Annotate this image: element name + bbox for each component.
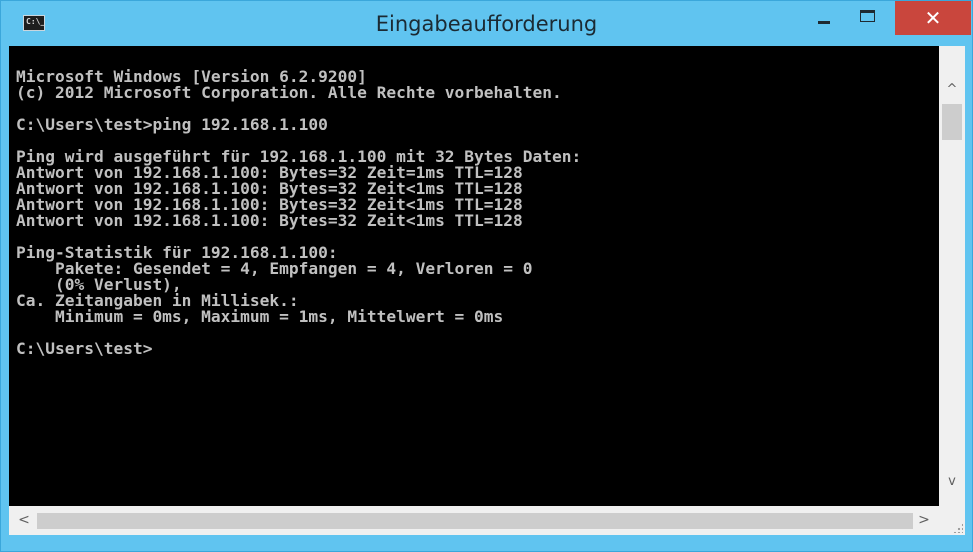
resize-grip-icon[interactable] bbox=[953, 523, 963, 533]
console-line: C:\Users\test>ping 192.168.1.100 bbox=[16, 115, 328, 134]
minimize-button[interactable] bbox=[808, 5, 840, 31]
console-line: Minimum = 0ms, Maximum = 1ms, Mittelwert… bbox=[16, 307, 504, 326]
console-text: Microsoft Windows [Version 6.2.9200] (c)… bbox=[16, 68, 581, 358]
horizontal-scroll-thumb[interactable] bbox=[37, 513, 913, 529]
close-icon: ✕ bbox=[924, 6, 942, 30]
console-line: C:\Users\test> bbox=[16, 339, 153, 358]
scroll-up-arrow-icon[interactable]: ^ bbox=[939, 79, 965, 101]
resize-corner[interactable] bbox=[939, 506, 965, 535]
minimize-icon bbox=[818, 21, 830, 24]
console-line: (c) 2012 Microsoft Corporation. Alle Rec… bbox=[16, 83, 562, 102]
horizontal-scrollbar[interactable]: < > bbox=[9, 506, 939, 535]
maximize-icon bbox=[860, 10, 875, 22]
scroll-left-arrow-icon[interactable]: < bbox=[13, 506, 35, 535]
console-output[interactable]: Microsoft Windows [Version 6.2.9200] (c)… bbox=[9, 46, 939, 506]
maximize-button[interactable] bbox=[852, 5, 884, 31]
vertical-scroll-thumb[interactable] bbox=[942, 104, 962, 140]
scroll-right-arrow-icon[interactable]: > bbox=[913, 506, 935, 535]
console-window: C:\_ Eingabeaufforderung ✕ Microsoft Win… bbox=[0, 0, 973, 552]
scroll-down-arrow-icon[interactable]: v bbox=[939, 471, 965, 493]
console-line: Antwort von 192.168.1.100: Bytes=32 Zeit… bbox=[16, 211, 523, 230]
vertical-scrollbar[interactable]: ^ v bbox=[939, 46, 965, 506]
close-button[interactable]: ✕ bbox=[895, 1, 971, 35]
title-bar[interactable]: C:\_ Eingabeaufforderung ✕ bbox=[1, 1, 972, 46]
